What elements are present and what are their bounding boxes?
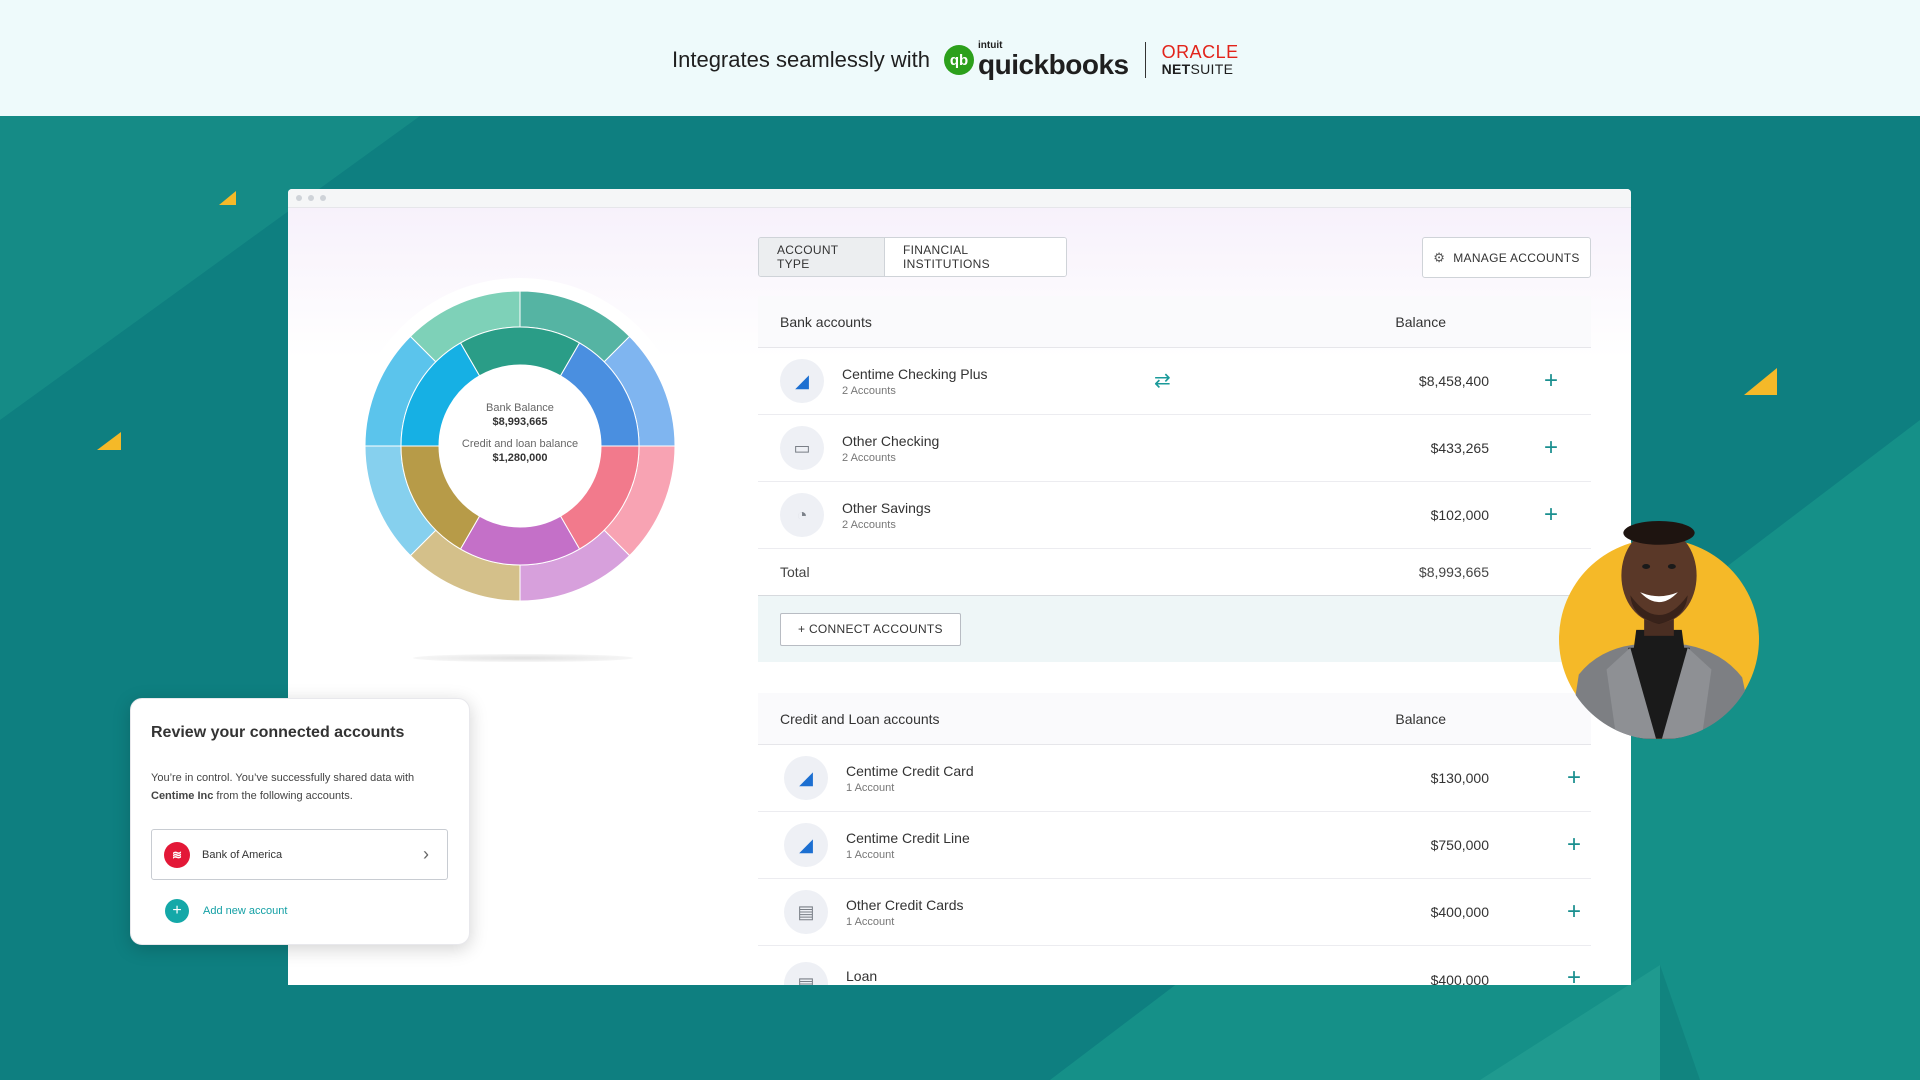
review-description: You’re in control. You’ve successfully s… <box>151 769 451 805</box>
connect-accounts-button[interactable]: + CONNECT ACCOUNTS <box>780 612 961 646</box>
expand-plus-icon[interactable]: + <box>1511 367 1591 395</box>
balance-column-header: Balance <box>1395 710 1446 727</box>
add-new-account-link[interactable]: + Add new account <box>165 899 287 923</box>
chevron-right-icon: › <box>423 844 429 864</box>
centime-logo-icon: ◢ <box>784 756 828 800</box>
total-row: Total $8,993,665 <box>758 549 1591 596</box>
review-title: Review your connected accounts <box>151 724 405 741</box>
review-company-name: Centime Inc <box>151 790 214 802</box>
account-name: Centime Credit Line <box>846 829 970 846</box>
donut-center-labels: Bank Balance $8,993,665 Credit and loan … <box>440 401 600 473</box>
total-value: $8,993,665 <box>1418 564 1489 580</box>
bank-of-america-item[interactable]: ≋ Bank of America › <box>151 829 448 880</box>
banner-divider <box>1144 42 1146 78</box>
expand-plus-icon[interactable]: + <box>1511 764 1591 792</box>
account-name: Centime Checking Plus <box>842 365 988 382</box>
oracle-label: ORACLE <box>1161 42 1239 63</box>
tab-financial-institutions[interactable]: FINANCIAL INSTITUTIONS <box>885 238 1066 276</box>
loan-icon: ▤ <box>784 962 828 985</box>
manage-accounts-label: MANAGE ACCOUNTS <box>1453 250 1580 265</box>
donut-shadow <box>413 654 633 662</box>
connect-accounts-area: + CONNECT ACCOUNTS <box>758 596 1591 662</box>
balance-donut-chart: Bank Balance $8,993,665 Credit and loan … <box>350 276 690 616</box>
bank-balance-label: Bank Balance <box>486 402 554 414</box>
credit-loan-table: Credit and Loan accounts Balance ◢ Centi… <box>758 693 1591 985</box>
bank-of-america-logo-icon: ≋ <box>164 841 190 868</box>
tab-account-type[interactable]: ACCOUNT TYPE <box>759 238 885 276</box>
bank-name: Bank of America <box>202 848 283 861</box>
account-count: 2 Accounts <box>842 384 896 397</box>
quickbooks-wordmark: intuit quickbooks <box>978 41 1129 79</box>
quickbooks-logo-icon: qb <box>944 45 974 75</box>
account-count: 2 Accounts <box>842 518 896 531</box>
add-new-account-label: Add new account <box>203 905 288 917</box>
account-name: Centime Credit Card <box>846 762 974 779</box>
total-label: Total <box>780 564 810 580</box>
credit-card-icon: ▤ <box>784 890 828 934</box>
expand-plus-icon[interactable]: + <box>1511 831 1591 859</box>
bank-accounts-title: Bank accounts <box>780 313 872 330</box>
app-window: Bank Balance $8,993,665 Credit and loan … <box>288 189 1631 985</box>
piggy-bank-icon: ◔ <box>780 493 824 537</box>
account-row[interactable]: ▤ Loan $400,000 + <box>758 946 1591 985</box>
centime-logo-icon: ◢ <box>784 823 828 867</box>
review-desc-text-2: from the following accounts. <box>216 790 353 802</box>
window-dot <box>296 195 302 201</box>
account-count: 1 Account <box>846 848 895 861</box>
netsuite-suite: SUITE <box>1190 61 1234 78</box>
bank-accounts-table: Bank accounts Balance ◢ Centime Checking… <box>758 296 1591 662</box>
centime-logo-icon: ◢ <box>780 359 824 403</box>
review-desc-text: You’re in control. You’ve successfully s… <box>151 772 415 784</box>
plus-circle-icon: + <box>165 899 189 923</box>
bank-accounts-header: Bank accounts Balance <box>758 296 1591 348</box>
account-balance: $400,000 <box>1430 904 1489 920</box>
account-row[interactable]: ◢ Centime Credit Card 1 Account $130,000… <box>758 745 1591 812</box>
account-balance: $400,000 <box>1430 972 1489 985</box>
credit-balance-label: Credit and loan balance <box>461 438 579 450</box>
oracle-netsuite-logo: ORACLE NETSUITE <box>1162 43 1239 77</box>
account-balance: $130,000 <box>1430 770 1489 786</box>
gear-icon: ⚙ <box>1433 249 1446 265</box>
credit-balance-value: $1,280,000 <box>492 452 548 464</box>
window-dot <box>308 195 314 201</box>
account-balance: $433,265 <box>1430 440 1489 456</box>
account-balance: $102,000 <box>1430 507 1489 523</box>
person-photo <box>1568 520 1756 739</box>
integration-banner: Integrates seamlessly with qb intuit qui… <box>0 0 1920 116</box>
window-dot <box>320 195 326 201</box>
review-accounts-card: Review your connected accounts You’re in… <box>130 698 470 945</box>
sync-icon[interactable]: ⇄ <box>1154 368 1171 393</box>
account-row[interactable]: ▤ Other Credit Cards 1 Account $400,000 … <box>758 879 1591 946</box>
account-name: Other Checking <box>842 432 940 449</box>
account-row[interactable]: ◢ Centime Credit Line 1 Account $750,000… <box>758 812 1591 879</box>
window-titlebar <box>288 189 1631 208</box>
expand-plus-icon[interactable]: + <box>1511 434 1591 462</box>
account-balance: $8,458,400 <box>1418 373 1489 389</box>
view-tabs: ACCOUNT TYPE FINANCIAL INSTITUTIONS <box>758 237 1067 277</box>
window-body: Bank Balance $8,993,665 Credit and loan … <box>288 208 1631 985</box>
account-row[interactable]: ▭ Other Checking 2 Accounts $433,265 + <box>758 415 1591 482</box>
account-name: Other Credit Cards <box>846 896 964 913</box>
person-avatar <box>1559 500 1761 740</box>
netsuite-net: NET <box>1161 61 1191 78</box>
account-balance: $750,000 <box>1430 837 1489 853</box>
manage-accounts-button[interactable]: ⚙ MANAGE ACCOUNTS <box>1422 237 1591 278</box>
account-count: 1 Account <box>846 781 895 794</box>
balance-column-header: Balance <box>1395 313 1446 330</box>
netsuite-label: NETSUITE <box>1162 62 1239 77</box>
account-name: Other Savings <box>842 499 931 516</box>
banner-text: Integrates seamlessly with <box>672 47 930 72</box>
account-name: Loan <box>846 968 878 984</box>
account-count: 1 Account <box>846 915 895 928</box>
bank-balance-value: $8,993,665 <box>492 416 548 428</box>
expand-plus-icon[interactable]: + <box>1511 898 1591 926</box>
check-icon: ▭ <box>780 426 824 470</box>
quickbooks-label: quickbooks <box>978 49 1129 80</box>
account-row[interactable]: ◔ Other Savings 2 Accounts $102,000 + <box>758 482 1591 549</box>
credit-loan-header: Credit and Loan accounts Balance <box>758 693 1591 745</box>
account-row[interactable]: ◢ Centime Checking Plus 2 Accounts ⇄ $8,… <box>758 348 1591 415</box>
account-count: 2 Accounts <box>842 451 896 464</box>
expand-plus-icon[interactable]: + <box>1511 962 1591 985</box>
credit-loan-title: Credit and Loan accounts <box>780 710 940 727</box>
